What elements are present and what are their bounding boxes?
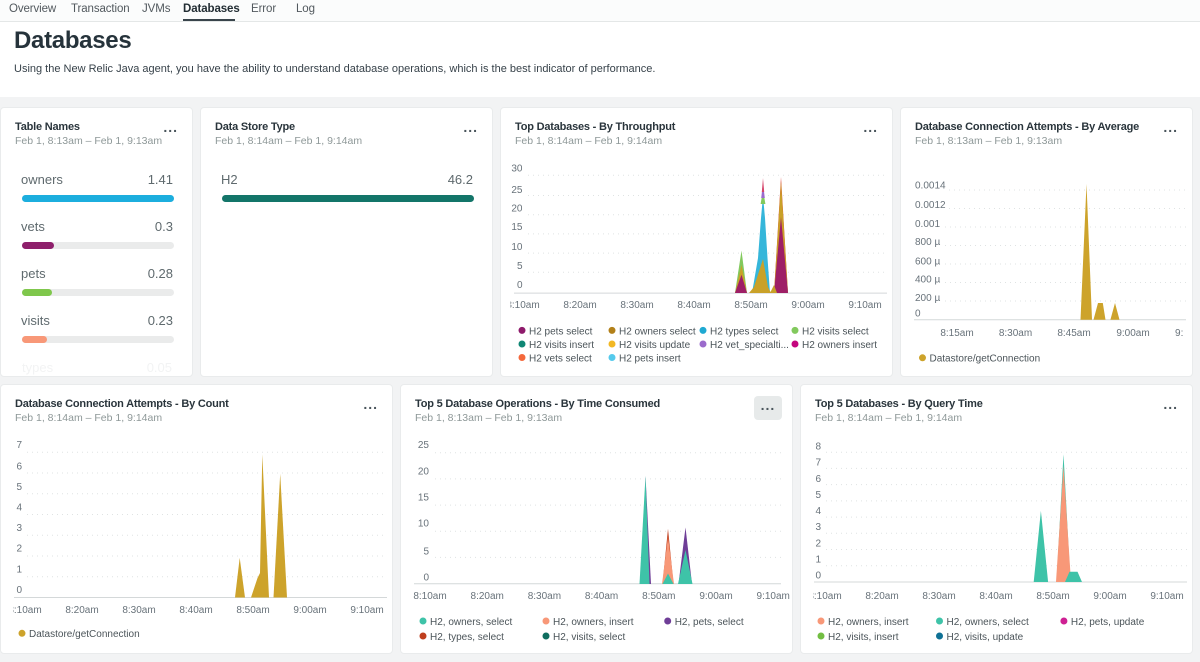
svg-text:H2, owners, insert: H2, owners, insert — [828, 617, 909, 628]
svg-text:30: 30 — [511, 163, 523, 174]
svg-text:15: 15 — [511, 222, 523, 233]
svg-text:8:30am: 8:30am — [922, 591, 955, 602]
svg-text:0.0014: 0.0014 — [915, 181, 946, 192]
svg-text:7: 7 — [16, 440, 22, 451]
svg-text:5: 5 — [815, 490, 821, 501]
svg-text:8:30am: 8:30am — [122, 605, 155, 616]
svg-text:8:50am: 8:50am — [734, 300, 767, 311]
svg-text:9:15am: 9:15am — [1175, 328, 1192, 339]
svg-text:5: 5 — [423, 547, 429, 558]
svg-text:10: 10 — [511, 242, 523, 253]
svg-text:25: 25 — [418, 440, 430, 451]
svg-text:2: 2 — [16, 544, 22, 555]
svg-text:6: 6 — [815, 474, 821, 485]
svg-text:8:30am: 8:30am — [620, 300, 653, 311]
svg-text:7: 7 — [815, 458, 821, 469]
svg-text:9:00am: 9:00am — [699, 591, 732, 602]
svg-text:5: 5 — [517, 261, 523, 272]
svg-text:0: 0 — [423, 572, 429, 583]
svg-text:9:10am: 9:10am — [757, 591, 790, 602]
svg-text:H2 visits update: H2 visits update — [619, 340, 691, 351]
svg-text:8:10am: 8:10am — [808, 591, 841, 602]
svg-text:H2 visits insert: H2 visits insert — [529, 340, 594, 351]
svg-text:Datastore/getConnection: Datastore/getConnection — [930, 354, 1041, 365]
svg-text:8:30am: 8:30am — [528, 591, 561, 602]
svg-text:8:20am: 8:20am — [865, 591, 898, 602]
svg-text:9:00am: 9:00am — [293, 605, 326, 616]
svg-text:8:50am: 8:50am — [642, 591, 675, 602]
svg-text:9:10am: 9:10am — [848, 300, 881, 311]
svg-text:8:10am: 8:10am — [413, 591, 446, 602]
svg-text:H2, visits, insert: H2, visits, insert — [828, 632, 899, 643]
svg-text:8:40am: 8:40am — [677, 300, 710, 311]
svg-text:8:40am: 8:40am — [979, 591, 1012, 602]
svg-text:...: ... — [761, 397, 776, 413]
svg-text:Datastore/getConnection: Datastore/getConnection — [29, 629, 140, 640]
svg-text:4: 4 — [815, 506, 821, 517]
svg-text:9:10am: 9:10am — [350, 605, 383, 616]
svg-text:9:00am: 9:00am — [791, 300, 824, 311]
svg-text:1: 1 — [16, 564, 22, 575]
svg-text:20: 20 — [418, 466, 430, 477]
svg-text:0.0012: 0.0012 — [915, 200, 946, 211]
svg-text:15: 15 — [418, 493, 430, 504]
svg-text:H2, owners, select: H2, owners, select — [947, 617, 1029, 628]
svg-text:6: 6 — [16, 461, 22, 472]
svg-text:3: 3 — [815, 522, 821, 533]
svg-text:H2, owners, select: H2, owners, select — [430, 617, 512, 628]
svg-text:8:50am: 8:50am — [1036, 591, 1069, 602]
svg-text:H2, visits, select: H2, visits, select — [553, 632, 625, 643]
svg-text:400 µ: 400 µ — [915, 274, 940, 285]
svg-text:H2 owners select: H2 owners select — [619, 326, 696, 337]
svg-text:4: 4 — [16, 503, 22, 514]
svg-text:8:20am: 8:20am — [471, 591, 504, 602]
svg-text:8:20am: 8:20am — [65, 605, 98, 616]
svg-text:H2 vets select: H2 vets select — [529, 353, 592, 364]
svg-text:8:40am: 8:40am — [179, 605, 212, 616]
svg-text:H2 pets select: H2 pets select — [529, 326, 593, 337]
svg-text:8:20am: 8:20am — [563, 300, 596, 311]
svg-text:H2 types select: H2 types select — [710, 326, 779, 337]
svg-text:8:10am: 8:10am — [506, 300, 539, 311]
svg-text:200 µ: 200 µ — [915, 293, 940, 304]
svg-text:8:50am: 8:50am — [236, 605, 269, 616]
svg-text:1: 1 — [815, 554, 821, 565]
svg-text:0: 0 — [915, 308, 921, 319]
svg-text:0: 0 — [16, 585, 22, 596]
svg-text:H2 pets insert: H2 pets insert — [619, 353, 681, 364]
svg-text:9:00am: 9:00am — [1116, 328, 1149, 339]
svg-text:8:10am: 8:10am — [8, 605, 41, 616]
svg-text:0.001: 0.001 — [915, 219, 940, 230]
svg-text:H2, pets, select: H2, pets, select — [675, 617, 744, 628]
svg-text:2: 2 — [815, 538, 821, 549]
svg-text:8:45am: 8:45am — [1057, 328, 1090, 339]
svg-text:H2 vet_specialti...: H2 vet_specialti... — [710, 340, 789, 351]
svg-text:0: 0 — [815, 571, 821, 582]
svg-text:H2, visits, update: H2, visits, update — [947, 632, 1024, 643]
svg-text:10: 10 — [418, 519, 430, 530]
svg-text:H2, types, select: H2, types, select — [430, 632, 504, 643]
svg-text:H2 visits select: H2 visits select — [802, 326, 869, 337]
svg-text:5: 5 — [16, 482, 22, 493]
svg-text:20: 20 — [511, 203, 523, 214]
svg-text:600 µ: 600 µ — [915, 256, 940, 267]
svg-text:8:40am: 8:40am — [585, 591, 618, 602]
svg-text:25: 25 — [511, 185, 523, 196]
svg-text:H2 owners insert: H2 owners insert — [802, 340, 877, 351]
svg-text:8:15am: 8:15am — [940, 328, 973, 339]
svg-text:9:00am: 9:00am — [1093, 591, 1126, 602]
svg-text:8:30am: 8:30am — [999, 328, 1032, 339]
svg-text:9:10am: 9:10am — [1150, 591, 1183, 602]
svg-text:H2, owners, insert: H2, owners, insert — [553, 617, 634, 628]
svg-text:0: 0 — [517, 280, 523, 291]
svg-text:H2, pets, update: H2, pets, update — [1071, 617, 1145, 628]
svg-text:8: 8 — [815, 441, 821, 452]
svg-text:3: 3 — [16, 523, 22, 534]
svg-text:800 µ: 800 µ — [915, 237, 940, 248]
